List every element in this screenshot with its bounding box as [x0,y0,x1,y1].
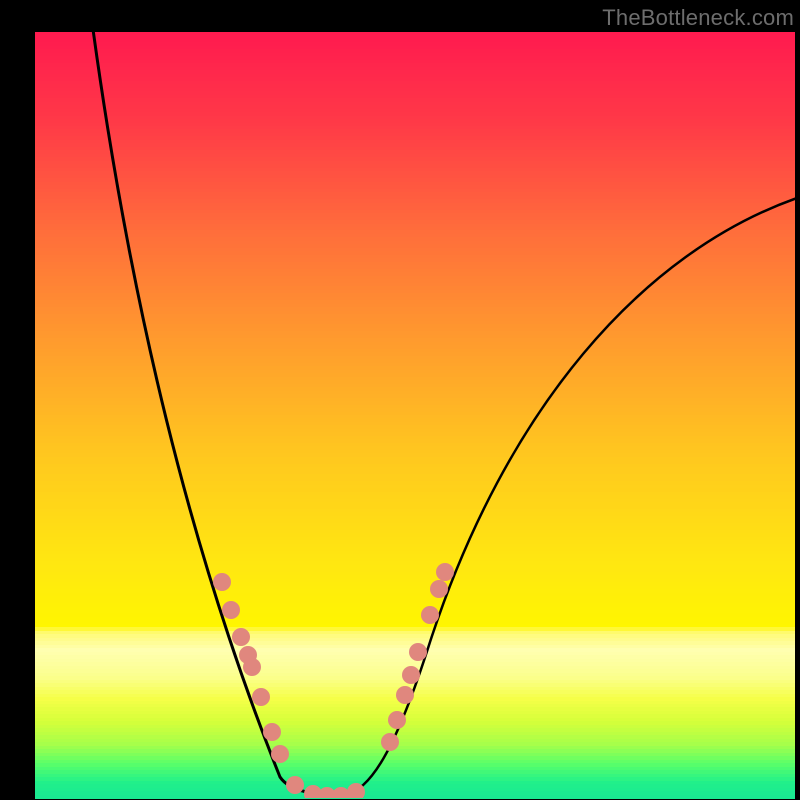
data-marker [222,601,240,619]
data-marker [409,643,427,661]
curve-layer [35,32,795,798]
curve-left-curve [92,32,345,795]
data-marker [388,711,406,729]
plot-frame [35,32,795,798]
data-marker [402,666,420,684]
curve-right-curve [345,197,795,795]
data-marker [263,723,281,741]
data-marker [252,688,270,706]
data-marker [243,658,261,676]
data-marker [421,606,439,624]
data-marker [213,573,231,591]
data-marker [436,563,454,581]
data-marker [430,580,448,598]
data-marker [396,686,414,704]
data-marker [271,745,289,763]
watermark-text: TheBottleneck.com [602,5,794,31]
data-marker [381,733,399,751]
data-marker [286,776,304,794]
data-marker [232,628,250,646]
